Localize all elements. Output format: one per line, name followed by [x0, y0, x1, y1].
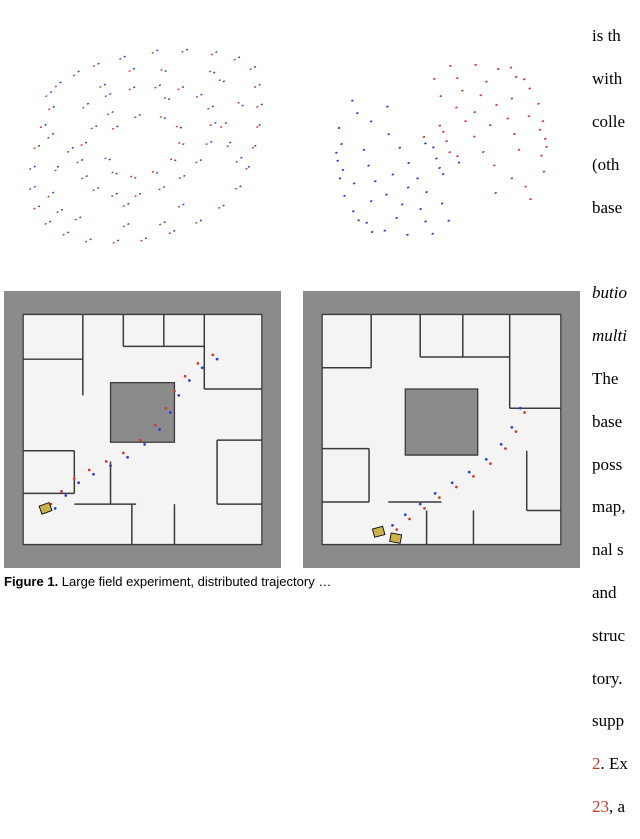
pointcloud-right-svg	[303, 6, 580, 283]
rt-l13: and	[592, 582, 636, 603]
rt-blank	[592, 239, 636, 260]
cropped-text-column: is th with colle (oth base butio multi T…	[592, 4, 636, 839]
rt-l6: butio	[592, 282, 636, 303]
rt-l9: base	[592, 411, 636, 432]
rt-l1: is th	[592, 25, 636, 46]
figure-caption-text: Large field experiment, distributed traj…	[58, 574, 331, 589]
rt-l11: map,	[592, 496, 636, 517]
figure-block: Figure 1. Large field experiment, distri…	[4, 6, 580, 591]
occupancy-map-left	[4, 291, 281, 568]
rt-l12: nal s	[592, 539, 636, 560]
figure-caption: Figure 1. Large field experiment, distri…	[4, 574, 580, 591]
rt-l10: poss	[592, 454, 636, 475]
rt-l5: base	[592, 197, 636, 218]
rt-l4: (oth	[592, 154, 636, 175]
rt-l17a: 2	[592, 754, 601, 773]
figure-label: Figure 1.	[4, 574, 58, 589]
pointcloud-panel-left	[4, 6, 281, 283]
pointcloud-panel-right	[303, 6, 580, 283]
rt-l18b: , a	[609, 797, 625, 816]
rt-l14: struc	[592, 625, 636, 646]
rt-l17b: . Ex	[601, 754, 628, 773]
rt-l18a: 23	[592, 797, 609, 816]
map-left-svg	[4, 291, 281, 568]
rt-l7: multi	[592, 325, 636, 346]
rt-l2: with	[592, 68, 636, 89]
rt-l8: The	[592, 368, 636, 389]
map-right-svg	[303, 291, 580, 568]
rt-l3: colle	[592, 111, 636, 132]
pointcloud-left-svg	[4, 6, 281, 283]
figure-grid	[4, 6, 580, 568]
rt-l16: supp	[592, 710, 636, 731]
occupancy-map-right	[303, 291, 580, 568]
rt-l15: tory.	[592, 668, 636, 689]
